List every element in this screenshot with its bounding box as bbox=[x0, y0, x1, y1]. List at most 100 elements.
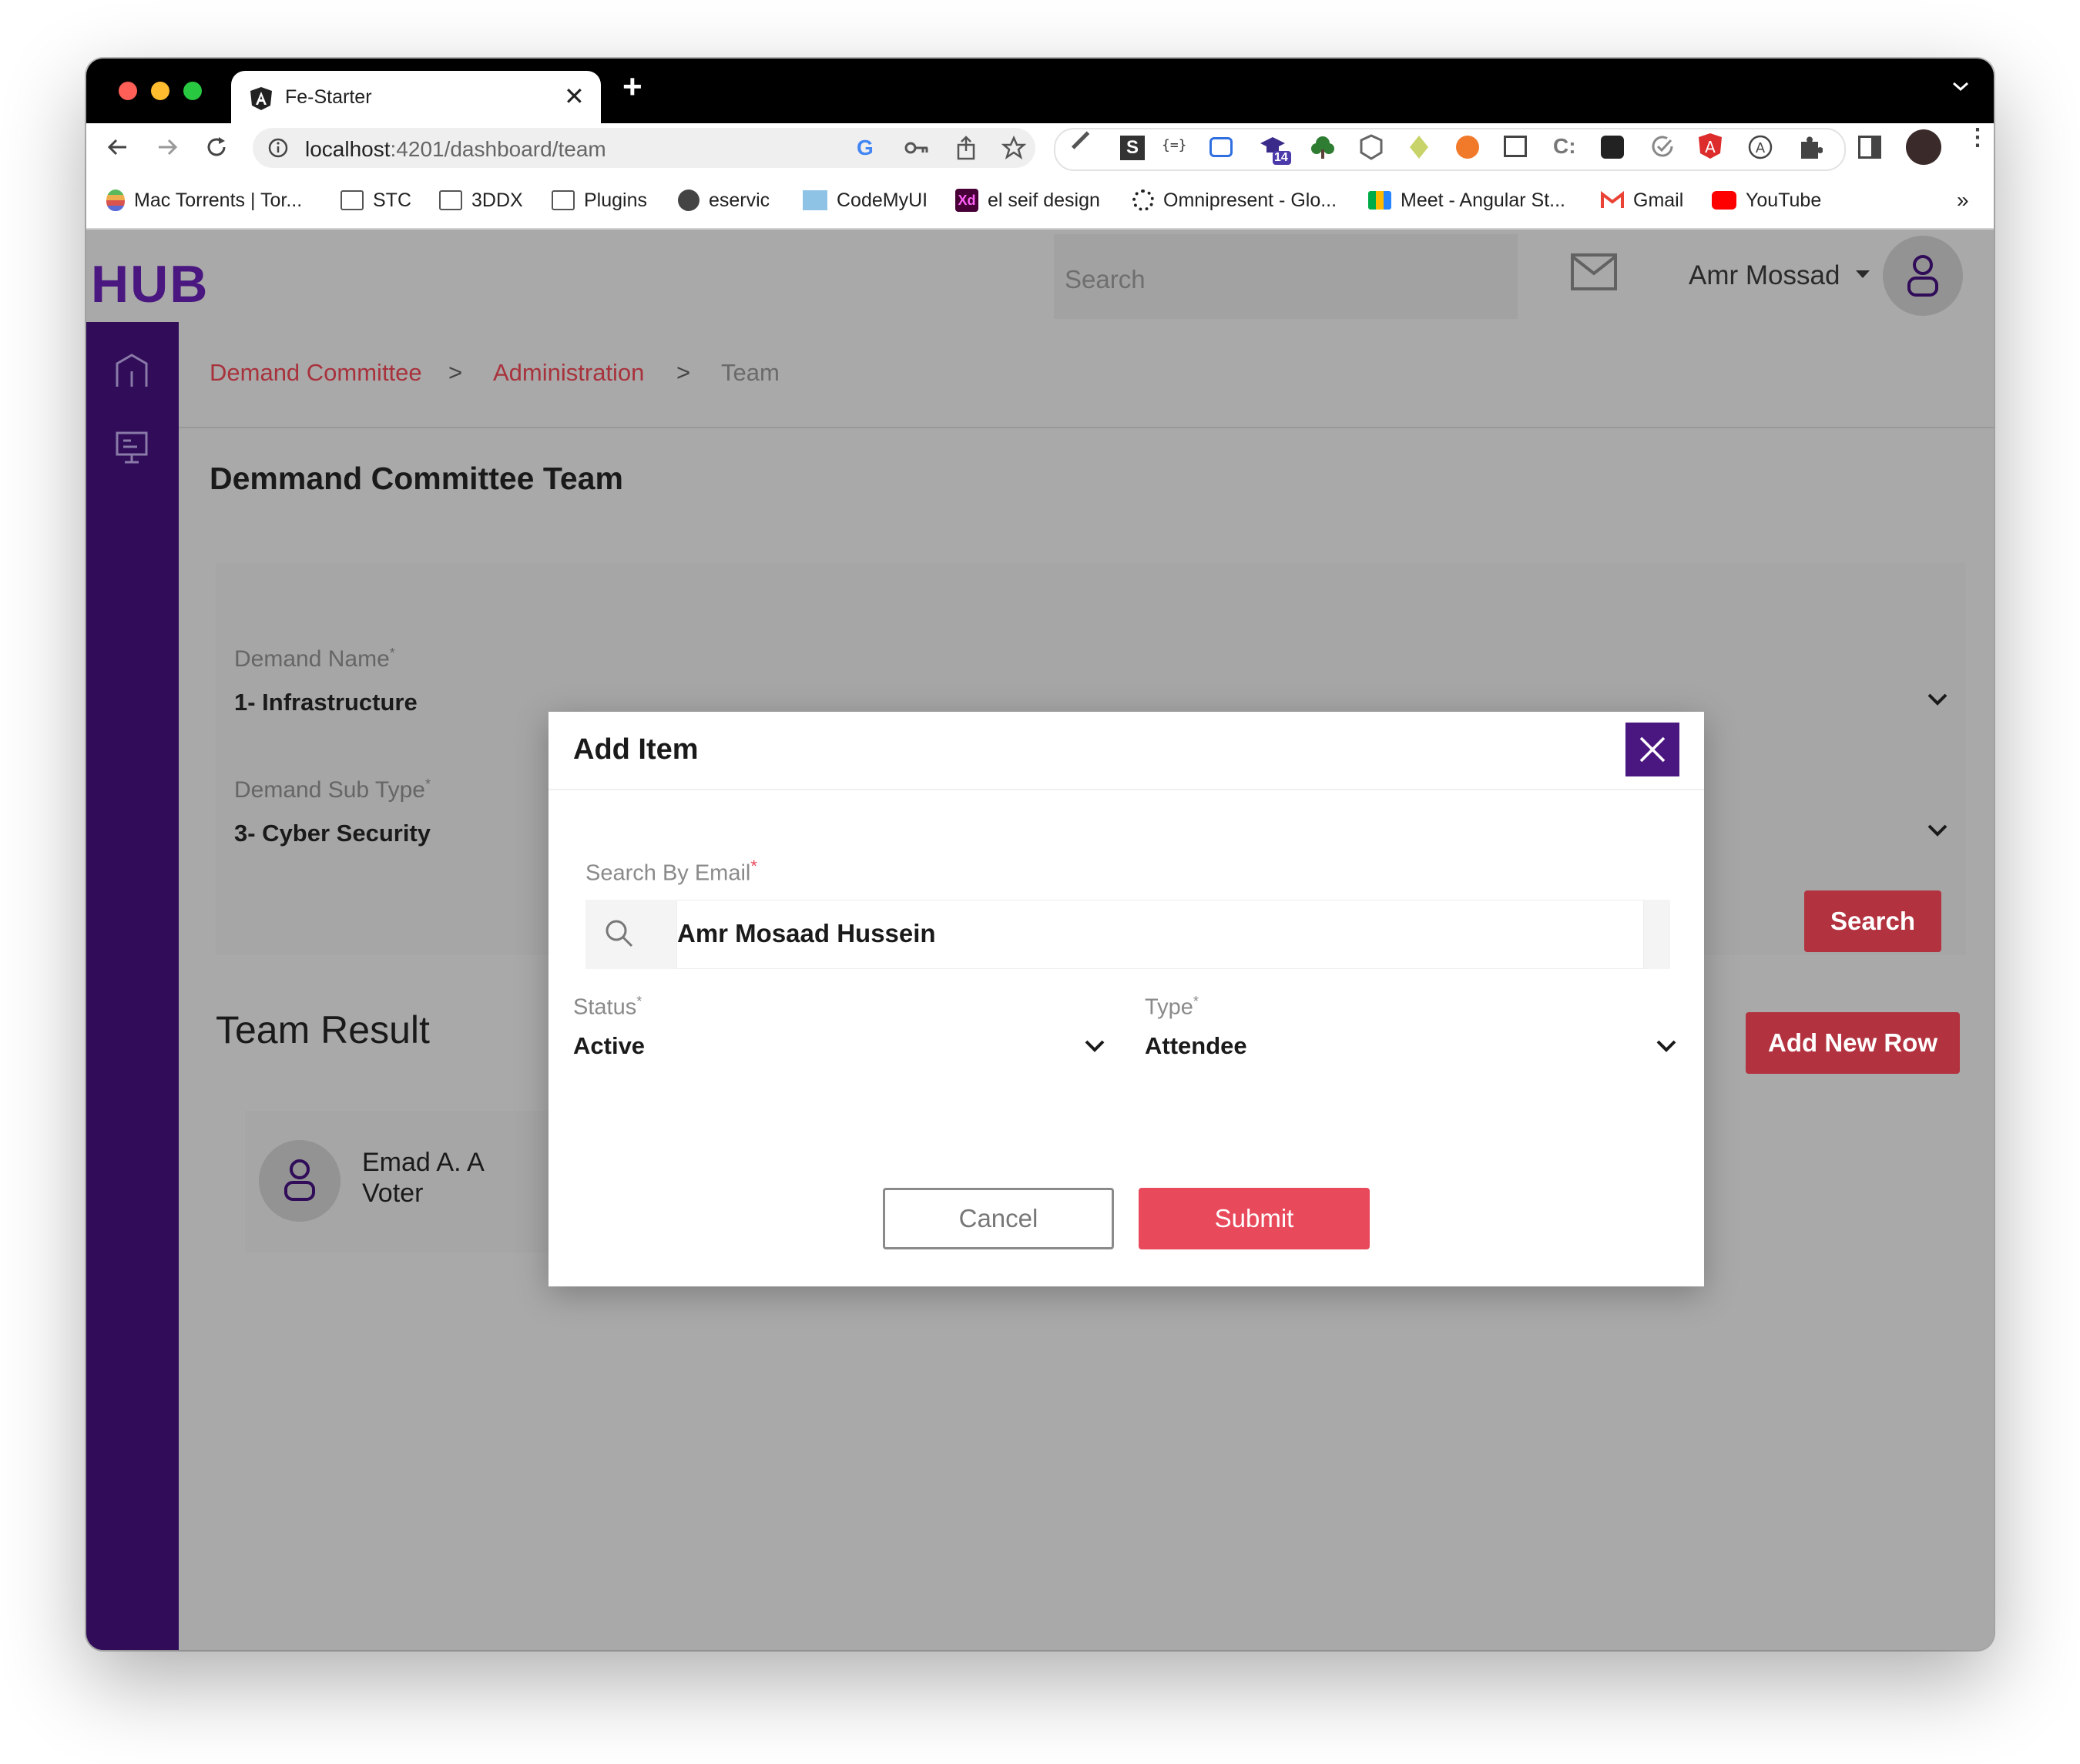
screen-capture-icon[interactable] bbox=[1209, 137, 1233, 157]
tree-icon[interactable] bbox=[1310, 134, 1336, 160]
gmail-icon bbox=[1601, 191, 1624, 210]
chevron-down-icon[interactable] bbox=[1926, 692, 1949, 707]
s-extension-icon[interactable]: S bbox=[1120, 136, 1145, 160]
close-window-button[interactable] bbox=[119, 82, 137, 100]
bookmark-omnipresent[interactable]: Omnipresent - Glo... bbox=[1132, 173, 1337, 228]
demand-name-value[interactable]: 1- Infrastructure bbox=[234, 689, 418, 716]
cancel-button[interactable]: Cancel bbox=[883, 1188, 1114, 1249]
divider bbox=[179, 427, 1994, 428]
forward-icon[interactable] bbox=[154, 134, 180, 160]
profile-avatar[interactable] bbox=[1906, 129, 1941, 165]
browser-tab[interactable]: Fe-Starter ✕ bbox=[231, 71, 601, 123]
modal-divider bbox=[549, 789, 1704, 790]
info-icon[interactable] bbox=[268, 138, 288, 158]
folder-icon bbox=[552, 190, 575, 210]
hub-logo[interactable]: HUB bbox=[91, 254, 209, 314]
json-extension-icon[interactable]: {=} bbox=[1162, 137, 1187, 153]
browser-menu-icon[interactable]: ⋮ bbox=[1966, 126, 1989, 149]
monitor-icon[interactable] bbox=[114, 430, 149, 465]
key-icon[interactable] bbox=[904, 137, 929, 159]
angular-icon bbox=[250, 86, 273, 111]
email-input[interactable]: Amr Mosaad Hussein bbox=[676, 900, 1644, 969]
diamond-icon[interactable] bbox=[1408, 134, 1430, 160]
bookmark-eservic[interactable]: eservic bbox=[678, 173, 770, 228]
type-select[interactable]: Attendee bbox=[1145, 1028, 1684, 1071]
check-circle-icon[interactable] bbox=[1650, 134, 1675, 159]
bookmark-stc[interactable]: STC bbox=[341, 173, 411, 228]
star-icon[interactable] bbox=[1001, 136, 1026, 160]
member-role: Voter bbox=[362, 1179, 424, 1208]
chevron-down-icon[interactable] bbox=[1951, 79, 1971, 94]
breadcrumb-administration[interactable]: Administration bbox=[493, 359, 644, 387]
team-result-title: Team Result bbox=[216, 1008, 430, 1051]
google-icon[interactable]: G bbox=[857, 136, 874, 160]
bookmark-label: Mac Torrents | Tor... bbox=[134, 189, 303, 211]
search-button[interactable]: Search bbox=[1804, 890, 1941, 952]
bookmark-mac-torrents[interactable]: Mac Torrents | Tor... bbox=[106, 173, 302, 228]
type-label: Type* bbox=[1145, 994, 1199, 1020]
globe-icon bbox=[678, 189, 699, 211]
bookmark-el-seif-design[interactable]: Xd el seif design bbox=[955, 173, 1100, 228]
augury-icon[interactable]: A bbox=[1747, 134, 1773, 160]
bookmark-label: Plugins bbox=[584, 189, 647, 211]
home-icon[interactable] bbox=[114, 353, 149, 388]
type-value: Attendee bbox=[1145, 1032, 1247, 1059]
add-new-row-button[interactable]: Add New Row bbox=[1746, 1012, 1960, 1074]
folder-icon bbox=[439, 190, 462, 210]
demand-sub-type-value[interactable]: 3- Cyber Security bbox=[234, 820, 431, 847]
shield-icon[interactable] bbox=[1359, 134, 1384, 160]
header-search-input[interactable]: Search bbox=[1054, 234, 1518, 319]
new-tab-button[interactable]: + bbox=[622, 68, 642, 106]
reload-icon[interactable] bbox=[203, 134, 230, 160]
side-panel-icon[interactable] bbox=[1858, 136, 1881, 159]
bookmark-codemyui[interactable]: CodeMyUI bbox=[803, 173, 928, 228]
bookmark-3ddx[interactable]: 3DDX bbox=[439, 173, 523, 228]
modal-title: Add Item bbox=[573, 733, 699, 766]
angular-devtools-icon[interactable]: A bbox=[1698, 132, 1723, 160]
dark-extension-icon[interactable] bbox=[1601, 136, 1624, 159]
email-search-field[interactable]: Amr Mosaad Hussein bbox=[585, 900, 1670, 969]
xd-icon: Xd bbox=[955, 189, 978, 212]
chevron-down-icon[interactable] bbox=[1926, 823, 1949, 838]
header-search-placeholder: Search bbox=[1065, 265, 1146, 293]
close-tab-icon[interactable]: ✕ bbox=[564, 82, 585, 111]
caret-down-icon[interactable] bbox=[1855, 270, 1870, 279]
status-select[interactable]: Active bbox=[573, 1028, 1112, 1071]
member-name: Emad A. A bbox=[362, 1148, 485, 1177]
maximize-window-button[interactable] bbox=[183, 82, 202, 100]
modal-close-button[interactable] bbox=[1625, 723, 1679, 776]
graduation-cap-icon[interactable]: 14 bbox=[1259, 132, 1293, 166]
back-icon[interactable] bbox=[105, 134, 131, 160]
demand-sub-type-label: Demand Sub Type* bbox=[234, 776, 431, 803]
address-bar[interactable]: localhost:4201/dashboard/team G bbox=[253, 128, 1035, 168]
minimize-window-button[interactable] bbox=[151, 82, 169, 100]
search-icon bbox=[604, 918, 635, 949]
user-name[interactable]: Amr Mossad bbox=[1689, 260, 1840, 291]
bookmark-label: Omnipresent - Glo... bbox=[1163, 189, 1337, 211]
bookmark-plugins[interactable]: Plugins bbox=[552, 173, 647, 228]
breadcrumb-separator: > bbox=[676, 359, 691, 386]
share-icon[interactable] bbox=[955, 136, 977, 160]
svg-text:A: A bbox=[1756, 140, 1766, 156]
apple-icon bbox=[106, 189, 125, 211]
extension-badge: 14 bbox=[1274, 151, 1288, 164]
puzzle-icon[interactable] bbox=[1797, 134, 1823, 160]
submit-button[interactable]: Submit bbox=[1139, 1188, 1370, 1249]
bookmark-meet-angular[interactable]: Meet - Angular St... bbox=[1368, 173, 1565, 228]
bookmark-gmail[interactable]: Gmail bbox=[1601, 173, 1683, 228]
bookmark-label: 3DDX bbox=[471, 189, 523, 211]
code-extension-icon[interactable]: C: bbox=[1553, 134, 1576, 159]
bookmark-youtube[interactable]: YouTube bbox=[1712, 173, 1821, 228]
omnipresent-icon bbox=[1132, 189, 1154, 211]
url-text[interactable]: localhost:4201/dashboard/team bbox=[305, 137, 606, 162]
orange-extension-icon[interactable] bbox=[1456, 136, 1479, 159]
mail-icon[interactable] bbox=[1570, 253, 1618, 291]
fullscreen-icon[interactable] bbox=[1504, 136, 1527, 157]
status-value: Active bbox=[573, 1032, 646, 1059]
user-avatar[interactable] bbox=[1883, 236, 1963, 316]
more-bookmarks-button[interactable]: » bbox=[1957, 173, 1969, 228]
bookmark-label: STC bbox=[373, 189, 411, 211]
folder-icon bbox=[341, 190, 364, 210]
bookmark-label: el seif design bbox=[988, 189, 1100, 211]
breadcrumb-demand-committee[interactable]: Demand Committee bbox=[210, 359, 422, 387]
